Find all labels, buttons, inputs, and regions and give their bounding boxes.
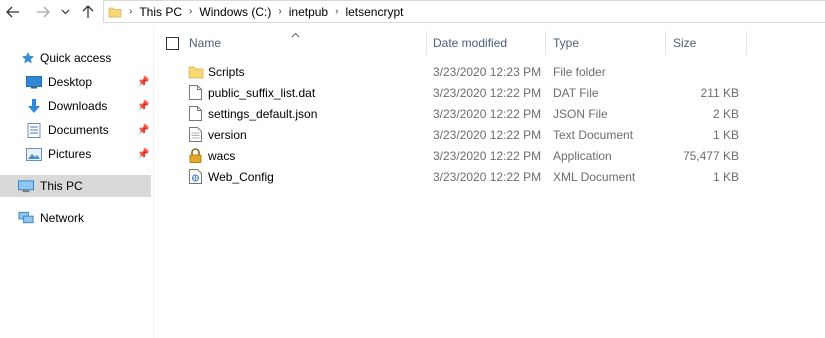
folder-icon	[188, 61, 204, 82]
sidebar-item-label: Desktop	[48, 75, 93, 89]
table-row[interactable]: Web_Config 3/23/2020 12:22 PM XML Docume…	[160, 166, 750, 187]
column-header-size[interactable]: Size	[666, 31, 746, 55]
sidebar-item-this-pc[interactable]: This PC	[0, 175, 151, 197]
breadcrumb-separator[interactable]: ›	[189, 6, 192, 17]
chevron-down-icon	[61, 9, 69, 15]
back-arrow-icon	[6, 6, 19, 18]
pin-icon[interactable]: 📌	[137, 77, 149, 88]
computer-icon	[18, 179, 34, 193]
lock-icon	[188, 145, 203, 166]
sidebar-item-downloads[interactable]: Downloads 📌	[0, 95, 151, 117]
download-icon	[26, 98, 42, 113]
table-row[interactable]: version 3/23/2020 12:22 PM Text Document…	[160, 124, 750, 145]
file-date: 3/23/2020 12:22 PM	[433, 148, 542, 163]
table-row[interactable]: Scripts 3/23/2020 12:23 PM File folder	[160, 61, 750, 82]
xml-file-icon	[189, 166, 202, 187]
sidebar-item-documents[interactable]: Documents 📌	[0, 119, 151, 141]
up-arrow-icon	[82, 5, 94, 18]
file-size: 1 KB	[712, 127, 739, 142]
table-row[interactable]: public_suffix_list.dat 3/23/2020 12:22 P…	[160, 82, 750, 103]
file-date: 3/23/2020 12:23 PM	[433, 64, 542, 79]
file-type: DAT File	[553, 85, 599, 100]
up-button[interactable]	[79, 3, 97, 21]
breadcrumb-windows-c[interactable]: Windows (C:)	[199, 5, 271, 19]
file-date: 3/23/2020 12:22 PM	[433, 106, 542, 121]
file-icon	[189, 103, 202, 124]
breadcrumb-separator[interactable]: ›	[278, 6, 281, 17]
column-header-label: Name	[189, 36, 222, 50]
column-header-name[interactable]: Name	[181, 31, 426, 55]
sidebar-item-label: Downloads	[48, 99, 108, 113]
breadcrumb-letsencrypt[interactable]: letsencrypt	[345, 5, 403, 19]
pin-icon[interactable]: 📌	[137, 149, 149, 160]
network-icon	[18, 211, 34, 225]
file-name: wacs	[208, 148, 236, 163]
file-size: 211 KB	[700, 85, 739, 100]
file-name: version	[208, 127, 247, 142]
back-button[interactable]	[4, 3, 22, 21]
file-type: Application	[553, 148, 612, 163]
pictures-icon	[26, 147, 42, 161]
documents-icon	[26, 122, 42, 138]
column-header-label: Size	[673, 36, 697, 50]
file-size: 1 KB	[712, 169, 739, 184]
select-all-checkbox[interactable]	[166, 37, 179, 50]
file-date: 3/23/2020 12:22 PM	[433, 85, 542, 100]
sidebar-item-label: Quick access	[40, 51, 112, 65]
file-name: Web_Config	[208, 169, 274, 184]
column-header-type[interactable]: Type	[546, 31, 665, 55]
pin-icon[interactable]: 📌	[137, 101, 149, 112]
forward-arrow-icon	[37, 6, 50, 18]
file-type: Text Document	[553, 127, 634, 142]
file-date: 3/23/2020 12:22 PM	[433, 169, 542, 184]
sidebar-item-label: Network	[40, 211, 85, 225]
text-file-icon	[189, 124, 202, 145]
sidebar-item-quick-access[interactable]: Quick access	[0, 47, 151, 69]
breadcrumb-inetpub[interactable]: inetpub	[289, 5, 328, 19]
file-size: 2 KB	[712, 106, 739, 121]
address-bar[interactable]: › This PC › Windows (C:) › inetpub › let…	[103, 0, 825, 23]
sidebar-item-network[interactable]: Network	[0, 207, 151, 229]
file-type: XML Document	[553, 169, 636, 184]
folder-icon	[108, 5, 122, 19]
file-name: public_suffix_list.dat	[208, 85, 316, 100]
file-type: File folder	[553, 64, 606, 79]
file-name: settings_default.json	[208, 106, 318, 121]
file-icon	[189, 82, 202, 103]
desktop-icon	[26, 75, 42, 89]
star-icon	[20, 51, 36, 65]
forward-button[interactable]	[34, 3, 52, 21]
sidebar-item-pictures[interactable]: Pictures 📌	[0, 143, 151, 165]
pin-icon[interactable]: 📌	[137, 125, 149, 136]
sidebar-item-desktop[interactable]: Desktop 📌	[0, 71, 151, 93]
column-header-label: Date modified	[433, 36, 508, 50]
breadcrumb-separator[interactable]: ›	[129, 6, 132, 17]
file-name: Scripts	[208, 64, 245, 79]
recent-locations-button[interactable]	[58, 3, 72, 21]
breadcrumb-this-pc[interactable]: This PC	[139, 5, 182, 19]
breadcrumb-separator[interactable]: ›	[335, 6, 338, 17]
column-header-label: Type	[553, 36, 580, 50]
sidebar-item-label: Documents	[48, 123, 109, 137]
table-row[interactable]: settings_default.json 3/23/2020 12:22 PM…	[160, 103, 750, 124]
sidebar-item-label: This PC	[40, 179, 83, 193]
navigation-pane: Quick access Desktop 📌 Downloads 📌 Docum…	[0, 35, 152, 338]
file-date: 3/23/2020 12:22 PM	[433, 127, 542, 142]
file-type: JSON File	[553, 106, 608, 121]
table-row[interactable]: wacs 3/23/2020 12:22 PM Application 75,4…	[160, 145, 750, 166]
column-resizer[interactable]	[746, 31, 747, 55]
pane-divider[interactable]	[153, 27, 154, 338]
column-header-date[interactable]: Date modified	[427, 31, 545, 55]
sidebar-item-label: Pictures	[48, 147, 92, 161]
file-size: 75,477 KB	[682, 148, 739, 163]
